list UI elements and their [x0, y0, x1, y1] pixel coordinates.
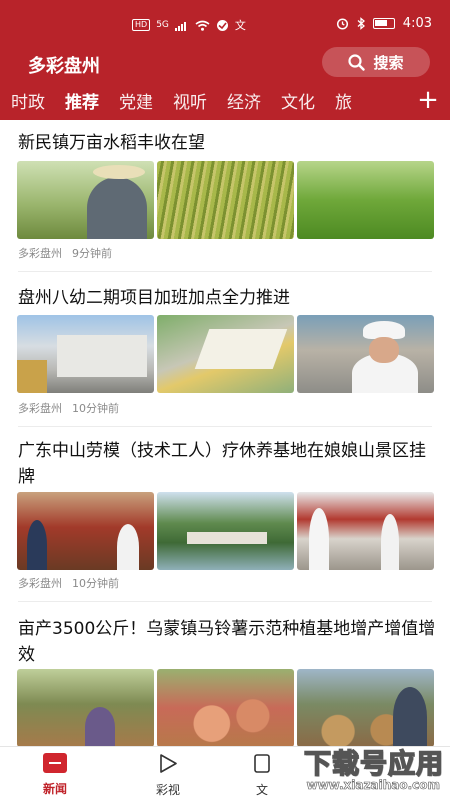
article-title[interactable]: 新民镇万亩水稻丰收在望: [18, 130, 436, 156]
add-tab-icon[interactable]: +: [406, 84, 450, 120]
article-image[interactable]: [297, 161, 434, 239]
article-source: 多彩盘州: [18, 402, 62, 415]
divider: [18, 426, 432, 427]
article-title[interactable]: 盘州八幼二期项目加班加点全力推进: [18, 285, 436, 311]
status-left: HD 5G 文: [132, 17, 246, 33]
battery-icon: [372, 18, 395, 29]
nav-news[interactable]: 新闻: [25, 753, 85, 797]
article-image[interactable]: [17, 669, 154, 746]
article-time: 10分钟前: [72, 577, 119, 590]
bluetooth-icon: [357, 17, 365, 30]
watermark-logo: 下载号应用 www.xiazaihao.com: [270, 740, 450, 800]
alarm-icon: [336, 18, 348, 30]
article-image[interactable]: [297, 669, 434, 746]
search-icon: [348, 53, 366, 71]
app-root: HD 5G 文 4:03 多彩盘州 搜索 时政 推荐 党建 视听 经济 文化 旅…: [0, 0, 450, 800]
watermark-url: www.xiazaihao.com: [306, 778, 440, 793]
article-image[interactable]: [297, 492, 434, 570]
article-thumbnails: [17, 492, 434, 570]
article-card[interactable]: 广东中山劳模（技术工人）疗休养基地在娘娘山景区挂牌 多彩盘州 10分钟前: [0, 428, 450, 603]
nav-video[interactable]: 彩视: [138, 753, 198, 798]
news-feed[interactable]: 新民镇万亩水稻丰收在望 多彩盘州 9分钟前 盘州八幼二期项目加班加点全力推进 多…: [0, 120, 450, 746]
article-thumbnails: [17, 669, 434, 746]
article-image[interactable]: [157, 492, 294, 570]
article-image[interactable]: [17, 492, 154, 570]
article-meta: 多彩盘州 9分钟前: [18, 245, 112, 261]
article-title[interactable]: 亩产3500公斤！乌蒙镇马铃薯示范种植基地增产增值增效: [18, 616, 436, 668]
tab-tuijian[interactable]: 推荐: [65, 88, 99, 113]
article-meta: 多彩盘州 10分钟前: [18, 575, 119, 591]
tab-list: 时政 推荐 党建 视听 经济 文化 旅: [11, 88, 352, 113]
tab-jingji[interactable]: 经济: [227, 88, 261, 113]
article-source: 多彩盘州: [18, 247, 62, 260]
article-image[interactable]: [17, 161, 154, 239]
app-header: 多彩盘州 搜索: [0, 46, 450, 84]
divider: [18, 601, 432, 602]
hd-badge: HD: [132, 19, 151, 31]
wifi-icon: [195, 20, 210, 31]
nav-news-label: 新闻: [42, 782, 67, 796]
network-type: 5G: [156, 20, 169, 30]
article-thumbnails: [17, 161, 434, 239]
article-card[interactable]: 新民镇万亩水稻丰收在望 多彩盘州 9分钟前: [0, 120, 450, 273]
language-icon: 文: [234, 19, 246, 32]
search-label: 搜索: [373, 53, 404, 72]
article-card[interactable]: 亩产3500公斤！乌蒙镇马铃薯示范种植基地增产增值增效: [0, 603, 450, 746]
signal-icon: [174, 21, 186, 31]
watermark-text: 下载号应用: [303, 748, 444, 781]
article-source: 多彩盘州: [18, 577, 62, 590]
document-icon: [254, 754, 270, 773]
category-tabs: 时政 推荐 党建 视听 经济 文化 旅 +: [0, 84, 450, 120]
article-time: 9分钟前: [72, 247, 112, 260]
news-icon: [43, 753, 67, 773]
article-time: 10分钟前: [72, 402, 119, 415]
article-image[interactable]: [157, 161, 294, 239]
tab-wenhua[interactable]: 文化: [281, 88, 315, 113]
divider: [18, 271, 432, 272]
search-button[interactable]: 搜索: [322, 47, 430, 77]
status-bar: HD 5G 文 4:03: [0, 0, 450, 46]
tab-shiting[interactable]: 视听: [173, 88, 207, 113]
article-image[interactable]: [157, 669, 294, 746]
status-right: 4:03: [336, 16, 432, 31]
article-thumbnails: [17, 315, 434, 393]
article-image[interactable]: [17, 315, 154, 393]
article-meta: 多彩盘州 10分钟前: [18, 400, 119, 416]
article-image[interactable]: [157, 315, 294, 393]
nav-video-label: 彩视: [155, 783, 180, 797]
article-card[interactable]: 盘州八幼二期项目加班加点全力推进 多彩盘州 10分钟前: [0, 273, 450, 428]
tab-shizheng[interactable]: 时政: [11, 88, 45, 113]
play-icon: [160, 754, 177, 773]
tab-dangjian[interactable]: 党建: [119, 88, 153, 113]
status-time: 4:03: [402, 16, 432, 31]
app-title: 多彩盘州: [28, 56, 100, 77]
vpn-icon: [216, 19, 228, 31]
article-image[interactable]: [297, 315, 434, 393]
article-title[interactable]: 广东中山劳模（技术工人）疗休养基地在娘娘山景区挂牌: [18, 438, 436, 490]
tab-lv[interactable]: 旅: [335, 88, 352, 113]
